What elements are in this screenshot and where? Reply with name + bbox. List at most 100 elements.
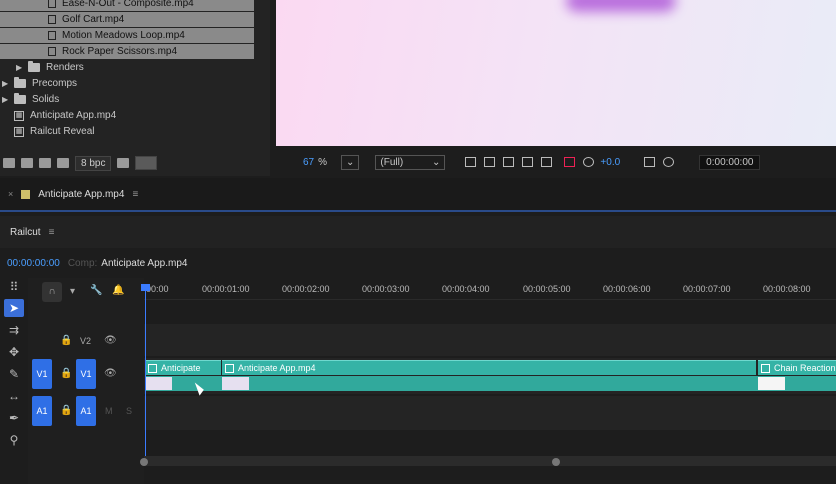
track-target-label: A1: [80, 406, 92, 416]
mask-visibility-icon[interactable]: [503, 157, 515, 167]
chevron-right-icon[interactable]: ▶: [2, 95, 12, 104]
project-comp-item[interactable]: ▦ Anticipate App.mp4: [14, 108, 116, 123]
file-label: Golf Cart.mp4: [62, 14, 125, 25]
source-patch-label: V1: [36, 369, 48, 379]
clip-fx-icon: [761, 363, 770, 373]
wrench-icon[interactable]: 🔧: [90, 285, 102, 296]
panel-menu-icon[interactable]: ≡: [49, 227, 55, 238]
slip-tool-icon[interactable]: ↔: [4, 387, 24, 405]
file-label: Motion Meadows Loop.mp4: [62, 30, 185, 41]
render-queue-icon[interactable]: [57, 158, 69, 168]
source-patch-v1[interactable]: V1: [32, 359, 52, 389]
chevron-down-icon: ⌄: [346, 156, 355, 168]
ruler-tick-label: 00:00:03:00: [362, 284, 410, 294]
track-label-v2[interactable]: V2: [80, 336, 91, 346]
chevron-right-icon[interactable]: ▶: [16, 63, 26, 72]
folder-label: Precomps: [32, 78, 78, 89]
folder-renders[interactable]: ▶ Renders: [16, 60, 84, 75]
ruler-tick-label: 00:00:07:00: [683, 284, 731, 294]
source-patch-a1[interactable]: A1: [32, 396, 52, 426]
timeline-clip[interactable]: Chain Reaction: [758, 360, 836, 375]
project-file-item[interactable]: Golf Cart.mp4: [0, 12, 254, 27]
timeline-timecode[interactable]: 00:00:00:00: [7, 258, 60, 269]
ripple-edit-icon[interactable]: ✥: [4, 343, 24, 361]
track-lane-v2[interactable]: [144, 324, 836, 356]
comp-name: Anticipate App.mp4: [101, 257, 188, 269]
region-of-interest-icon[interactable]: [522, 157, 534, 167]
bit-depth-button[interactable]: 8 bpc: [75, 155, 112, 171]
panel-title[interactable]: Railcut: [10, 227, 41, 238]
ruler-tick-label: 00:00:06:00: [603, 284, 651, 294]
marker-icon[interactable]: ▾: [70, 286, 75, 297]
file-label: Rock Paper Scissors.mp4: [62, 46, 178, 57]
item-label: Railcut Reveal: [30, 126, 95, 137]
scrollbar-handle-left[interactable]: [140, 458, 148, 466]
timeline-header: 00:00:00:00 Comp: Anticipate App.mp4: [0, 248, 836, 278]
composition-tab-bar: × Anticipate App.mp4 ≡: [0, 178, 836, 212]
project-file-item[interactable]: Rock Paper Scissors.mp4: [0, 44, 254, 59]
camera-snapshot-icon[interactable]: [644, 157, 656, 167]
project-comp-item[interactable]: ▦ Railcut Reveal: [14, 124, 94, 139]
composition-viewer[interactable]: [276, 0, 836, 146]
lock-icon[interactable]: 🔒: [60, 405, 72, 416]
scrollbar-handle-right[interactable]: [552, 458, 560, 466]
panel-menu-icon[interactable]: ≡: [132, 189, 138, 200]
color-management-icon[interactable]: [583, 157, 595, 167]
fast-preview-icon[interactable]: [465, 157, 477, 167]
resolution-dropdown[interactable]: (Full) ⌄: [375, 154, 446, 170]
folder-solids[interactable]: ▶ Solids: [2, 92, 59, 107]
clip-fx-icon: [148, 363, 157, 373]
zoom-tool-icon[interactable]: ⚲: [4, 431, 24, 449]
snap-icon[interactable]: ∩: [42, 282, 62, 302]
grid-snap-icon[interactable]: ⠿: [4, 278, 24, 296]
track-headers: ∩ ▾ 🔧 🔔 🔒 V2 👁 V1 🔒 V1 👁 A1 🔒 A1 M S: [28, 278, 144, 484]
solo-button[interactable]: S: [126, 406, 132, 416]
file-icon: [48, 47, 56, 56]
mute-button[interactable]: M: [105, 406, 113, 416]
pen-tool-icon[interactable]: ✒: [4, 409, 24, 427]
zoom-unit: %: [318, 156, 328, 168]
file-icon: [48, 0, 56, 8]
interpret-footage-icon[interactable]: [3, 158, 15, 168]
color-channels-icon[interactable]: [564, 157, 576, 167]
color-swatch[interactable]: [135, 156, 158, 170]
ruler-tick-label: 00:00:04:00: [442, 284, 490, 294]
trash-icon[interactable]: [117, 158, 130, 168]
tab-composition[interactable]: Anticipate App.mp4: [38, 189, 124, 200]
project-file-item[interactable]: Ease-N-Out - Composite.mp4: [0, 0, 254, 11]
zoom-dropdown[interactable]: ⌄: [341, 154, 360, 170]
bell-icon[interactable]: 🔔: [112, 285, 124, 296]
timeline-clip[interactable]: Anticipate: [145, 360, 221, 375]
transparency-grid-icon[interactable]: [484, 157, 496, 167]
time-ruler[interactable]: 00:00 00:00:01:00 00:00:02:00 00:00:03:0…: [144, 278, 836, 300]
folder-icon: [14, 77, 26, 88]
new-comp-icon[interactable]: [39, 158, 51, 168]
label-color-icon: [21, 189, 31, 199]
new-folder-icon[interactable]: [21, 158, 33, 168]
folder-precomps[interactable]: ▶ Precomps: [2, 76, 77, 91]
zoom-value[interactable]: 67: [303, 157, 314, 168]
playhead-line: [145, 286, 146, 456]
chevron-right-icon[interactable]: ▶: [2, 79, 12, 88]
viewer-timecode[interactable]: 0:00:00:00: [699, 154, 761, 170]
project-file-item[interactable]: Motion Meadows Loop.mp4: [0, 28, 254, 43]
timeline-clip[interactable]: Anticipate App.mp4: [222, 360, 756, 375]
eye-icon[interactable]: 👁: [104, 335, 117, 346]
razor-tool-icon[interactable]: ✎: [4, 365, 24, 383]
file-icon: [48, 15, 56, 24]
show-snapshot-icon[interactable]: [663, 157, 675, 167]
clip-thumbnail: [758, 377, 785, 390]
lock-icon[interactable]: 🔒: [60, 368, 72, 379]
track-lane-a1[interactable]: [144, 396, 836, 430]
selection-tool-icon[interactable]: ➤: [4, 299, 24, 317]
close-icon[interactable]: ×: [8, 189, 13, 199]
track-target-a1[interactable]: A1: [76, 396, 96, 426]
composition-icon: ▦: [14, 110, 24, 121]
track-target-v1[interactable]: V1: [76, 359, 96, 389]
track-select-icon[interactable]: ⇉: [4, 321, 24, 339]
eye-icon[interactable]: 👁: [104, 368, 117, 379]
lock-icon[interactable]: 🔒: [60, 335, 72, 346]
grid-guides-icon[interactable]: [541, 157, 553, 167]
timeline-scrollbar[interactable]: [144, 456, 836, 466]
exposure-value[interactable]: +0.0: [600, 157, 620, 168]
